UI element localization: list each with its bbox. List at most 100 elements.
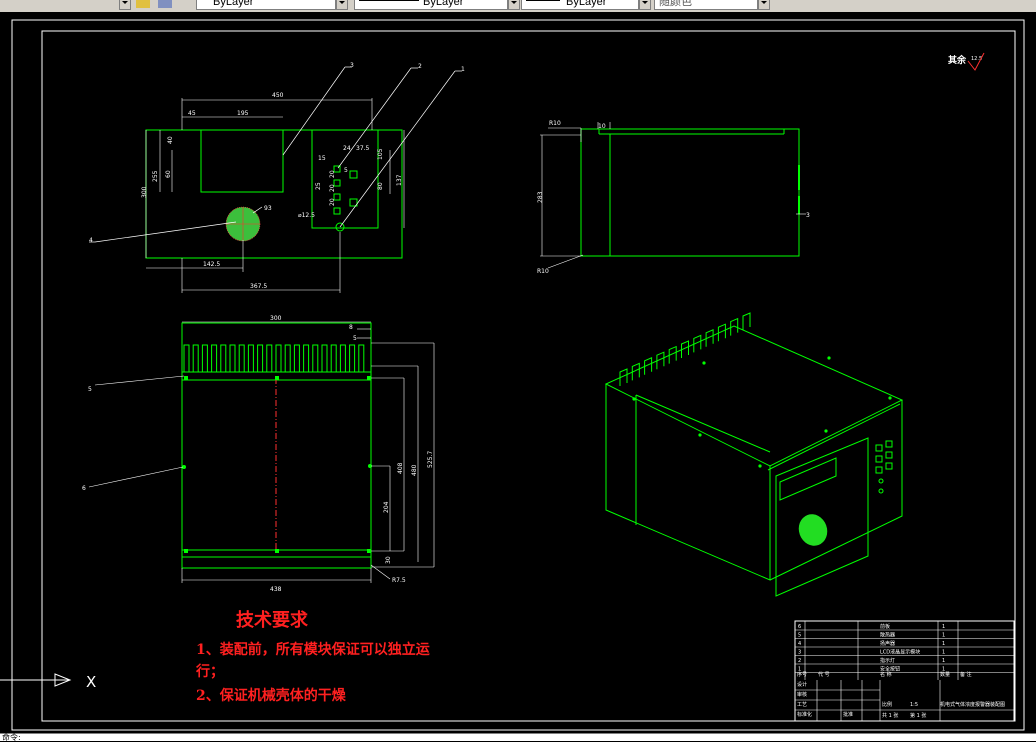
dim-r10-bottom: R10 [537, 268, 549, 275]
dim-80: 80 [377, 182, 384, 190]
title-block-cell: 前板 [880, 623, 890, 630]
dim-25: 25 [315, 182, 322, 190]
heatsink-fin [266, 344, 273, 372]
heatsink-fin [183, 344, 190, 372]
dim-438: 438 [270, 586, 282, 593]
top-view: 3 2 1 4 450 45 195 40 60 255 300 15 24 3… [89, 62, 465, 293]
label-part-6: 6 [82, 485, 86, 492]
dim-204: 204 [383, 501, 390, 513]
dim-142-5: 142.5 [203, 261, 220, 268]
color-dropdown-arrow[interactable] [336, 0, 348, 10]
dim-45: 45 [188, 110, 196, 117]
tb-title: 机电式气体浓度报警器装配图 [940, 701, 1005, 708]
heatsink-fin [349, 344, 356, 372]
dim-60: 60 [165, 170, 172, 178]
title-block-cell: 1 [942, 641, 945, 647]
heatsink-fin [211, 344, 218, 372]
tb-ratio-label: 比例 [882, 701, 892, 708]
lineweight-control-dropdown[interactable]: ByLayer [521, 0, 639, 10]
linetype-swatch [359, 0, 419, 1]
dim-15: 15 [318, 155, 326, 162]
tech-req-1b: 行； [195, 663, 224, 680]
paper-outer-border [11, 19, 1025, 731]
front-view: 300 8 5 525.7 480 408 204 30 438 R7.5 5 … [82, 315, 435, 593]
dim-283: 283 [537, 191, 544, 203]
dim-30: 30 [385, 556, 392, 564]
roughness-label: 其余 [948, 54, 967, 66]
dim-12-5: ⌀12.5 [298, 212, 315, 219]
roughness-symbol: 其余 12.5 [948, 52, 985, 71]
dim-10: 10 [598, 123, 606, 130]
heatsink-fin [303, 344, 310, 372]
dim-93: 93 [264, 205, 272, 212]
title-block-cell: 1 [942, 650, 945, 656]
dim-525-7: 525.7 [427, 451, 434, 468]
layer-state-icon[interactable] [136, 0, 150, 8]
title-block-cell: 4 [798, 641, 801, 647]
command-line[interactable]: 命令: [0, 733, 1036, 742]
tech-req-title: 技术要求 [236, 609, 309, 631]
dim-480: 480 [411, 464, 418, 476]
heatsink-fin [330, 344, 337, 372]
title-block-cell: 3 [798, 650, 801, 656]
dim-r7-5: R7.5 [392, 577, 406, 584]
tb-sheets: 共 1 张 [882, 712, 898, 719]
heatsink-fin-iso [742, 312, 751, 330]
tech-req-1a: 1、装配前，所有模块保证可以独立运 [196, 641, 430, 658]
dim-255: 255 [152, 170, 159, 182]
plotstyle-control-value: 随颜色 [659, 0, 692, 8]
tb-approve: 批准 [843, 711, 853, 718]
dim-20-b: 20 [329, 184, 336, 192]
plotstyle-control-dropdown[interactable]: 随颜色 [654, 0, 758, 10]
dim-408: 408 [397, 462, 404, 474]
dim-5-front: 5 [353, 335, 357, 342]
ucs-x-label: X [86, 673, 96, 691]
dim-20-c: 20 [329, 198, 336, 206]
heatsink-fin [220, 344, 227, 372]
title-block-cell: 指示灯 [880, 657, 895, 664]
dim-300: 300 [141, 186, 148, 198]
side-view: R10 10 283 R10 3 [537, 120, 810, 275]
ucs-icon: X [0, 673, 96, 691]
dim-5: 5 [344, 167, 348, 174]
iso-screw-points [632, 356, 892, 468]
label-part-3: 3 [350, 62, 354, 69]
linetype-control-dropdown[interactable]: ByLayer [354, 0, 508, 10]
title-block: 6 前板 15 散热器 14 扬声器 13 LCD液晶显示模块 12 指示灯 11 安全按钮 1 序号 … [794, 620, 1015, 722]
title-block-cell: 1 [942, 658, 945, 664]
lineweight-control-value: ByLayer [566, 0, 607, 8]
layer-stack-icon[interactable] [158, 0, 172, 8]
tb-header-name: 名 称 [880, 671, 892, 678]
tech-req-2: 2、保证机械壳体的干燥 [196, 687, 347, 704]
tb-design: 设计 [797, 681, 807, 688]
dim-300-front: 300 [270, 315, 282, 322]
color-control-value: ByLayer [213, 0, 254, 8]
plotstyle-dropdown-arrow[interactable] [758, 0, 770, 10]
tb-standard: 标准化 [797, 711, 812, 718]
heatsink-fin [358, 344, 365, 372]
properties-toolbar: ByLayer ByLayer ByLayer 随颜色 [0, 0, 1036, 12]
color-control-dropdown[interactable]: ByLayer [196, 0, 336, 10]
drawing-canvas[interactable]: 3 2 1 4 450 45 195 40 60 255 300 15 24 3… [0, 12, 1036, 733]
label-part-1: 1 [461, 66, 465, 73]
tb-process: 工艺 [797, 702, 807, 708]
tb-header-note: 备 注 [960, 671, 972, 678]
title-block-cell: LCD液晶显示模块 [880, 649, 920, 656]
linetype-dropdown-arrow[interactable] [508, 0, 520, 10]
tb-header-no: 序号 [797, 671, 807, 678]
tb-check: 审核 [797, 691, 807, 698]
linetype-control-value: ByLayer [423, 0, 464, 8]
heatsink-fin [339, 344, 346, 372]
heatsink-fin [247, 344, 254, 372]
dim-37-5: 37.5 [356, 145, 370, 152]
heatsink-fin [284, 344, 291, 372]
lineweight-dropdown-arrow[interactable] [639, 0, 651, 10]
heatsink-fin [275, 344, 282, 372]
layer-dropdown-arrow[interactable] [119, 0, 131, 10]
indicator-buttons-iso [875, 440, 893, 494]
dim-40: 40 [167, 136, 174, 144]
heatsink-fin [293, 344, 300, 372]
title-block-cell: 1 [942, 633, 945, 639]
dim-105: 105 [377, 148, 384, 160]
heatsink-fin [321, 344, 328, 372]
